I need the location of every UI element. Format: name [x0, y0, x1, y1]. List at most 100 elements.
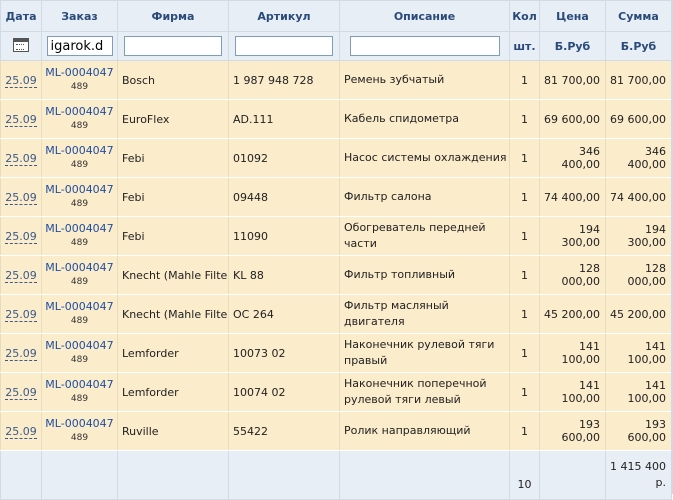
order-subnumber: 489 [70, 316, 89, 326]
order-cell: ML-0004047 489 [41, 411, 118, 451]
order-cell: ML-0004047 489 [41, 216, 118, 256]
qty-cell: 1 [509, 60, 540, 100]
price-cell: 193 600,00 [539, 411, 606, 451]
article-cell: 55422 [228, 411, 340, 451]
qty-cell: 1 [509, 138, 540, 178]
price-cell: 141 100,00 [539, 333, 606, 373]
column-header-date[interactable]: Дата [0, 0, 42, 32]
date-cell: 25.09 [0, 177, 42, 217]
order-subnumber: 489 [70, 394, 89, 404]
column-header-description[interactable]: Описание [339, 0, 510, 32]
price-cell: 81 700,00 [539, 60, 606, 100]
qty-cell: 1 [509, 99, 540, 139]
description-filter-cell [339, 31, 510, 61]
order-cell: ML-0004047 489 [41, 255, 118, 295]
date-filter-cell [0, 31, 42, 61]
description-filter-input[interactable] [349, 36, 500, 56]
date-link[interactable]: 25.09 [5, 424, 37, 439]
column-header-firm[interactable]: Фирма [117, 0, 229, 32]
date-cell: 25.09 [0, 333, 42, 373]
order-number[interactable]: ML-0004047 [43, 338, 117, 353]
table-row: 25.09 ML-0004047 489 Knecht (Mahle Filter) K… [0, 255, 672, 295]
order-cell: ML-0004047 489 [41, 372, 118, 412]
article-cell: 10074 02 [228, 372, 340, 412]
article-filter-input[interactable] [235, 36, 333, 56]
qty-cell: 1 [509, 216, 540, 256]
order-number[interactable]: ML-0004047 [43, 104, 117, 119]
orders-table: Дата Заказ Фирма Артикул Описание Кол Це… [0, 0, 672, 500]
order-number[interactable]: ML-0004047 [43, 65, 117, 80]
description-cell: Обогреватель передней части [339, 216, 510, 256]
date-link[interactable]: 25.09 [5, 346, 37, 361]
firm-filter-input[interactable] [124, 36, 222, 56]
qty-cell: 1 [509, 255, 540, 295]
description-cell: Фильтр топливный [339, 255, 510, 295]
date-link[interactable]: 25.09 [5, 229, 37, 244]
calendar-icon[interactable] [13, 37, 29, 52]
date-link[interactable]: 25.09 [5, 151, 37, 166]
qty-cell: 1 [509, 333, 540, 373]
order-number[interactable]: ML-0004047 [43, 182, 117, 197]
date-link[interactable]: 25.09 [5, 385, 37, 400]
order-number[interactable]: ML-0004047 [43, 260, 117, 275]
date-link[interactable]: 25.09 [5, 73, 37, 88]
order-subnumber: 489 [70, 355, 89, 365]
order-cell: ML-0004047 489 [41, 294, 118, 334]
order-subnumber: 489 [70, 82, 89, 92]
date-cell: 25.09 [0, 60, 42, 100]
table-body: 25.09 ML-0004047 489 Bosch 1 987 948 728 Реме… [0, 60, 672, 451]
table-row: 25.09 ML-0004047 489 Ruville 55422 Ролик напр… [0, 411, 672, 451]
total-qty: 10 [509, 450, 540, 500]
order-number[interactable]: ML-0004047 [43, 416, 117, 431]
order-number[interactable]: ML-0004047 [43, 143, 117, 158]
total-empty-cell [0, 450, 42, 500]
order-subnumber: 489 [70, 160, 89, 170]
order-number[interactable]: ML-0004047 [43, 377, 117, 392]
column-header-order[interactable]: Заказ [41, 0, 118, 32]
total-empty-cell [228, 450, 340, 500]
price-cell: 346 400,00 [539, 138, 606, 178]
date-cell: 25.09 [0, 138, 42, 178]
date-link[interactable]: 25.09 [5, 190, 37, 205]
order-subnumber: 489 [70, 433, 89, 443]
sum-cell: 45 200,00 [605, 294, 672, 334]
column-header-sum[interactable]: Сумма [605, 0, 672, 32]
date-link[interactable]: 25.09 [5, 112, 37, 127]
table-row: 25.09 ML-0004047 489 Febi 09448 Фильтр салона… [0, 177, 672, 217]
sum-cell: 141 100,00 [605, 372, 672, 412]
description-cell: Ролик направляющий [339, 411, 510, 451]
article-cell: KL 88 [228, 255, 340, 295]
column-header-price[interactable]: Цена [539, 0, 606, 32]
article-cell: 01092 [228, 138, 340, 178]
order-cell: ML-0004047 489 [41, 177, 118, 217]
date-link[interactable]: 25.09 [5, 307, 37, 322]
column-header-article[interactable]: Артикул [228, 0, 340, 32]
date-cell: 25.09 [0, 411, 42, 451]
order-subnumber: 489 [70, 121, 89, 131]
order-number[interactable]: ML-0004047 [43, 221, 117, 236]
firm-cell: Knecht (Mahle Filter) [117, 255, 229, 295]
order-cell: ML-0004047 489 [41, 99, 118, 139]
table-row: 25.09 ML-0004047 489 Knecht (Mahle Filter) O… [0, 294, 672, 334]
order-filter-input[interactable] [46, 36, 113, 56]
sum-cell: 346 400,00 [605, 138, 672, 178]
order-subnumber: 489 [70, 277, 89, 287]
article-cell: OC 264 [228, 294, 340, 334]
firm-cell: Lemforder [117, 372, 229, 412]
description-cell: Наконечник поперечной рулевой тяги левый [339, 372, 510, 412]
header-row: Дата Заказ Фирма Артикул Описание Кол Це… [0, 0, 672, 32]
total-empty-cell [117, 450, 229, 500]
article-cell: 10073 02 [228, 333, 340, 373]
date-cell: 25.09 [0, 216, 42, 256]
order-subnumber: 489 [70, 238, 89, 248]
total-empty-cell [339, 450, 510, 500]
date-link[interactable]: 25.09 [5, 268, 37, 283]
firm-cell: EuroFlex [117, 99, 229, 139]
order-number[interactable]: ML-0004047 [43, 299, 117, 314]
description-cell: Наконечник рулевой тяги правый [339, 333, 510, 373]
description-cell: Ремень зубчатый [339, 60, 510, 100]
order-cell: ML-0004047 489 [41, 138, 118, 178]
total-row: 10 1 415 400 р. [0, 450, 672, 500]
order-cell: ML-0004047 489 [41, 333, 118, 373]
column-header-qty[interactable]: Кол [509, 0, 540, 32]
